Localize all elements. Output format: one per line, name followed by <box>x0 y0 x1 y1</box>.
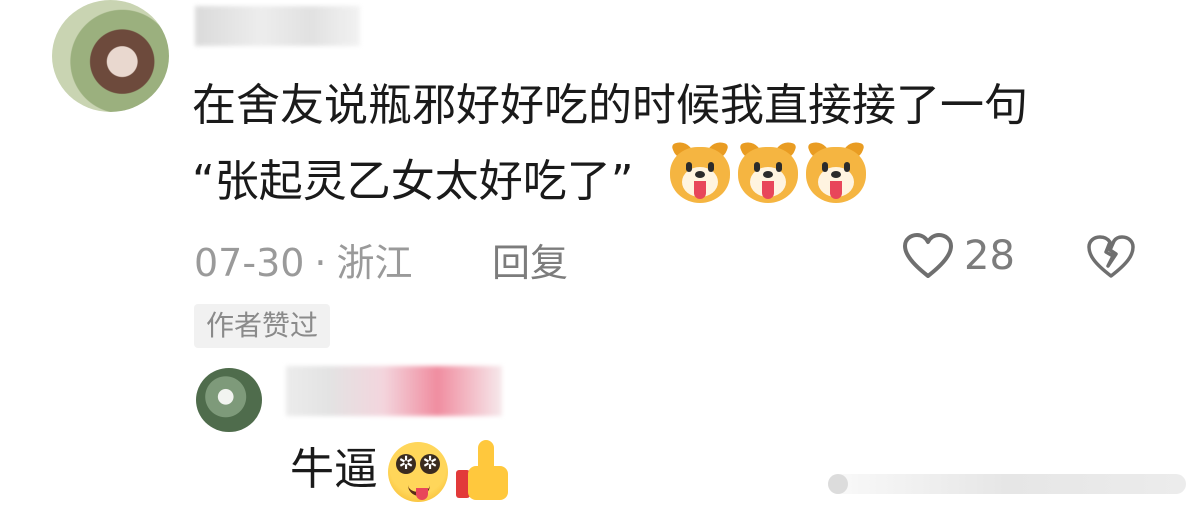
replier-avatar[interactable] <box>196 368 262 432</box>
dog-tongue-icon <box>668 138 732 207</box>
comment-line-1: 在舍友说瓶邪好好吃的时候我直接接了一句 <box>192 80 1028 131</box>
comment-line-2: “张起灵乙女太好吃了” <box>192 156 634 207</box>
commenter-avatar[interactable] <box>52 0 169 112</box>
broken-heart-icon[interactable] <box>1086 234 1136 280</box>
meta-separator: · <box>314 241 327 285</box>
reply-body: 牛逼 <box>290 444 378 495</box>
horizontal-scroll-indicator[interactable] <box>828 474 1186 494</box>
like-button[interactable]: 28 <box>902 232 1015 280</box>
comment-meta: 07-30 · 浙江 <box>194 232 413 287</box>
replier-name-blurred[interactable] <box>286 366 502 416</box>
author-liked-badge: 作者赞过 <box>194 304 331 348</box>
comment-date: 07-30 <box>194 241 305 285</box>
dog-tongue-icon <box>804 138 868 207</box>
reply-button[interactable]: 回复 <box>492 232 568 287</box>
thumbs-up-icon <box>454 440 514 502</box>
dog-tongue-icon <box>736 138 800 207</box>
commenter-name-blurred[interactable] <box>195 6 360 46</box>
star-eyes-face-icon: ✲ ✲ <box>388 442 448 502</box>
comment-location: 浙江 <box>336 241 413 285</box>
comment-body: 在舍友说瓶邪好好吃的时候我直接接了一句 “张起灵乙女太好吃了” <box>192 68 1132 220</box>
comment-emoji-row <box>668 138 868 207</box>
heart-outline-icon <box>903 233 953 278</box>
like-count: 28 <box>964 233 1015 279</box>
reply-emoji-row: ✲ ✲ <box>388 440 514 502</box>
